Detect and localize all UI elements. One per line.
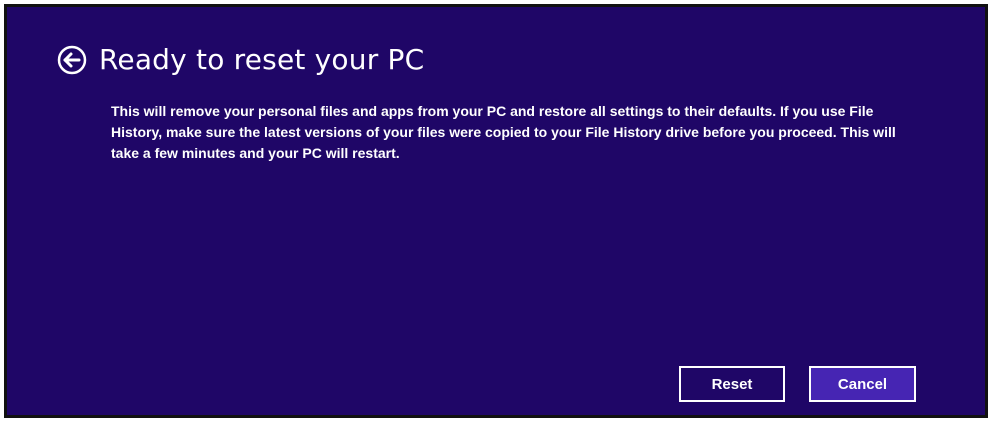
back-arrow-icon	[57, 45, 87, 74]
page-title: Ready to reset your PC	[99, 43, 425, 76]
cancel-button[interactable]: Cancel	[809, 366, 916, 402]
dialog-header: Ready to reset your PC	[57, 43, 424, 76]
back-button[interactable]	[57, 45, 87, 75]
reset-pc-dialog: Ready to reset your PC This will remove …	[4, 4, 988, 418]
reset-description: This will remove your personal files and…	[111, 103, 896, 161]
reset-button[interactable]: Reset	[679, 366, 785, 402]
